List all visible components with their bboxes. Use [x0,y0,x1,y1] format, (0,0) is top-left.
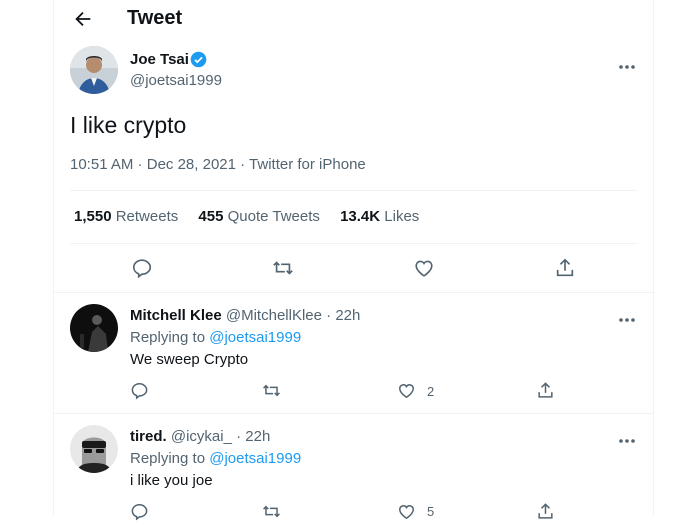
divider [54,413,653,414]
page-title: Tweet [127,7,183,29]
tweet-stats: 1,550 Retweets 455 Quote Tweets 13.4K Li… [74,208,435,225]
reply-avatar[interactable] [70,304,118,352]
reply-dot: · [326,307,336,324]
avatar[interactable] [70,46,118,94]
tweet-text: I like crypto [70,112,187,138]
tweet-date[interactable]: Dec 28, 2021 [147,156,236,173]
mention-link[interactable]: @joetsai1999 [209,450,301,467]
reply-author-name[interactable]: tired. [130,428,167,445]
like-icon[interactable] [413,257,435,279]
reply-time[interactable]: 22h [335,307,360,324]
author-name[interactable]: Joe Tsai [130,51,189,68]
tweet-column: Tweet Joe Tsai @joetsai1999 I like crypt… [53,0,654,521]
divider [70,190,637,191]
reply-avatar[interactable] [70,425,118,473]
more-icon[interactable] [617,57,637,69]
reply-author-handle[interactable]: @icykai_ [171,428,232,445]
mention-link[interactable]: @joetsai1999 [209,329,301,346]
page-header: Tweet [54,0,653,40]
verified-badge-icon [190,51,207,68]
retweet-icon[interactable] [262,502,281,521]
reply-author-handle[interactable]: @MitchellKlee [226,307,322,324]
likes-stat[interactable]: 13.4K Likes [340,208,419,225]
tweet-time[interactable]: 10:51 AM [70,156,133,173]
divider [54,292,653,293]
more-icon[interactable] [617,310,637,322]
reply-icon[interactable] [131,257,153,279]
back-arrow-icon[interactable] [72,8,94,30]
author-handle[interactable]: @joetsai1999 [130,72,222,89]
reply-author-name[interactable]: Mitchell Klee [130,307,222,324]
meta-separator: · [235,156,250,173]
share-icon[interactable] [554,257,576,279]
divider [70,243,637,244]
tweet-source[interactable]: Twitter for iPhone [249,156,366,173]
reply-header: Mitchell Klee @MitchellKlee · 22h [130,307,360,324]
tweet-meta: 10:51 AM · Dec 28, 2021 · Twitter for iP… [70,156,366,173]
share-icon[interactable] [536,502,555,521]
quote-tweets-stat[interactable]: 455 Quote Tweets [198,208,319,225]
like-icon[interactable] [397,381,416,400]
meta-separator: · [133,156,147,173]
retweet-icon[interactable] [272,257,294,279]
retweet-icon[interactable] [262,381,281,400]
more-icon[interactable] [617,431,637,443]
reply-icon[interactable] [130,502,149,521]
reply-text: i like you joe [130,472,213,489]
reply-header: tired. @icykai_ · 22h [130,428,270,445]
retweets-stat[interactable]: 1,550 Retweets [74,208,178,225]
share-icon[interactable] [536,381,555,400]
like-count: 2 [427,384,435,399]
replying-to: Replying to @joetsai1999 [130,450,302,467]
like-count: 5 [427,504,435,519]
reply-dot: · [236,428,246,445]
like-icon[interactable] [397,502,416,521]
reply-time[interactable]: 22h [245,428,270,445]
reply-icon[interactable] [130,381,149,400]
reply-text: We sweep Crypto [130,351,249,368]
replying-to: Replying to @joetsai1999 [130,329,302,346]
